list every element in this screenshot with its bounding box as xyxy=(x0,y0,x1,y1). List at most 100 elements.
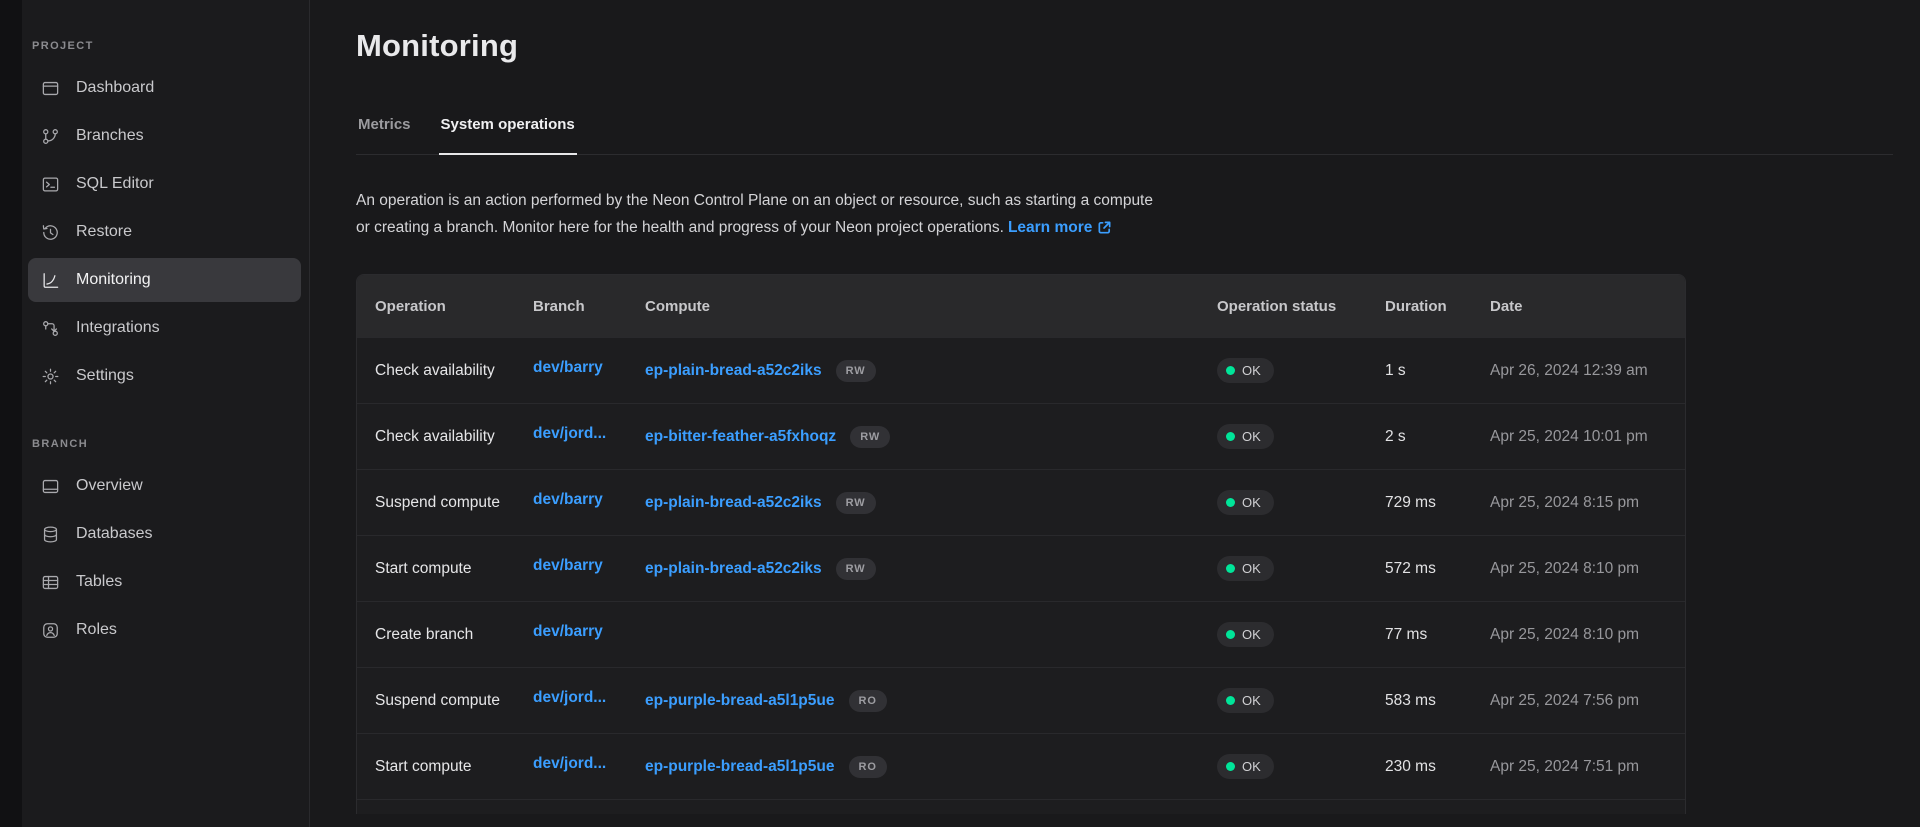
status-badge: OK xyxy=(1217,424,1274,449)
table-header: OperationBranchComputeOperation statusDu… xyxy=(357,275,1685,337)
restore-icon xyxy=(40,222,60,242)
column-header-date: Date xyxy=(1490,298,1685,315)
compute-cell: ep-plain-bread-a52c2iksRW xyxy=(645,360,1217,382)
sidebar: PROJECT Dashboard Branches SQL EditorRestor… xyxy=(22,0,310,827)
branch-link[interactable]: dev/barry xyxy=(533,359,603,377)
tab-metrics[interactable]: Metrics xyxy=(356,116,413,155)
branch-cell: dev/barry xyxy=(533,623,645,646)
branch-cell: dev/barry xyxy=(533,359,645,382)
sidebar-item-label: Databases xyxy=(76,525,153,543)
compute-type-badge: RO xyxy=(849,756,887,778)
sidebar-item-settings[interactable]: Settings xyxy=(28,354,301,398)
status-ok-dot xyxy=(1226,696,1235,705)
compute-type-badge: RW xyxy=(836,558,876,580)
branch-cell: dev/barry xyxy=(533,491,645,514)
settings-icon xyxy=(40,366,60,386)
sidebar-item-integrations[interactable]: Integrations xyxy=(28,306,301,350)
sidebar-item-sql-editor[interactable]: SQL Editor xyxy=(28,162,301,206)
status-cell: OK xyxy=(1217,556,1385,581)
compute-link[interactable]: ep-plain-bread-a52c2iks xyxy=(645,362,822,380)
branch-link[interactable]: dev/barry xyxy=(533,623,603,641)
operation-cell: Check availability xyxy=(357,428,533,446)
status-ok-dot xyxy=(1226,432,1235,441)
table-row: Check availabilitydev/jord... ep-bitter-f… xyxy=(357,403,1685,469)
status-badge: OK xyxy=(1217,622,1274,647)
status-ok-dot xyxy=(1226,564,1235,573)
status-badge: OK xyxy=(1217,688,1274,713)
sidebar-item-overview[interactable]: Overview xyxy=(28,464,301,508)
status-label: OK xyxy=(1242,363,1261,378)
status-badge: OK xyxy=(1217,490,1274,515)
compute-link[interactable]: ep-plain-bread-a52c2iks xyxy=(645,560,822,578)
branch-cell: dev/jord... xyxy=(533,689,645,712)
duration-cell: 729 ms xyxy=(1385,494,1490,512)
branch-link[interactable]: dev/jord... xyxy=(533,689,606,707)
date-cell: Apr 26, 2024 12:39 am xyxy=(1490,362,1685,380)
compute-link[interactable]: ep-plain-bread-a52c2iks xyxy=(645,494,822,512)
status-cell: OK xyxy=(1217,754,1385,779)
sidebar-section-label: PROJECT xyxy=(28,40,301,62)
compute-cell: ep-bitter-feather-a5fxhoqz RW xyxy=(645,426,1217,448)
table-row: Create branchdev/barryOK77 msApr 25, 202… xyxy=(357,601,1685,667)
learn-more-link[interactable]: Learn more xyxy=(1008,214,1112,241)
sidebar-item-label: Tables xyxy=(76,573,122,591)
compute-link[interactable]: ep-bitter-feather-a5fxhoqz xyxy=(645,428,836,446)
table-row: Start computedev/barryep-plain-bread-a52… xyxy=(357,535,1685,601)
compute-link[interactable]: ep-purple-bread-a5l1p5ue xyxy=(645,692,835,710)
column-header-branch: Branch xyxy=(533,298,645,315)
table-row: Suspend computedev/barryep-plain-bread-a… xyxy=(357,469,1685,535)
roles-icon xyxy=(40,620,60,640)
sidebar-item-restore[interactable]: Restore xyxy=(28,210,301,254)
sidebar-item-branches[interactable]: Branches xyxy=(28,114,301,158)
status-cell: OK xyxy=(1217,424,1385,449)
branch-link[interactable]: dev/barry xyxy=(533,491,603,509)
operations-table: OperationBranchComputeOperation statusDu… xyxy=(356,274,1686,814)
external-link-icon xyxy=(1097,220,1112,235)
sidebar-item-tables[interactable]: Tables xyxy=(28,560,301,604)
date-cell: Apr 25, 2024 8:15 pm xyxy=(1490,494,1685,512)
table-body: Check availability dev/barry ep-plain-brea… xyxy=(357,337,1685,799)
status-ok-dot xyxy=(1226,762,1235,771)
branch-link[interactable]: dev/jord... xyxy=(533,755,606,773)
table-row: Check availabilitydev/barryep-plain-brea… xyxy=(357,337,1685,403)
sidebar-item-databases[interactable]: Databases xyxy=(28,512,301,556)
duration-cell: 572 ms xyxy=(1385,560,1490,578)
status-badge: OK xyxy=(1217,358,1274,383)
status-badge: OK xyxy=(1217,556,1274,581)
status-label: OK xyxy=(1242,495,1261,510)
compute-type-badge: RW xyxy=(850,426,890,448)
status-ok-dot xyxy=(1226,630,1235,639)
branch-cell: dev/jord... xyxy=(533,425,645,448)
operation-cell: Start compute xyxy=(357,758,533,776)
sidebar-item-label: Dashboard xyxy=(76,79,154,97)
branch-cell: dev/barry xyxy=(533,557,645,580)
duration-cell: 230 ms xyxy=(1385,758,1490,776)
sidebar-item-label: Integrations xyxy=(76,319,160,337)
compute-cell: ep-plain-bread-a52c2iksRW xyxy=(645,492,1217,514)
branch-link[interactable]: dev/jord... xyxy=(533,425,606,443)
column-header-operation-status: Operation status xyxy=(1217,298,1385,315)
status-ok-dot xyxy=(1226,498,1235,507)
databases-icon xyxy=(40,524,60,544)
sidebar-section-project: PROJECT Dashboard Branches SQL EditorRestor… xyxy=(28,40,301,398)
date-cell: Apr 25, 2024 8:10 pm xyxy=(1490,560,1685,578)
table-row: Start computedev/jord... ep-purple-bread-… xyxy=(357,733,1685,799)
status-label: OK xyxy=(1242,429,1261,444)
sidebar-item-dashboard[interactable]: Dashboard xyxy=(28,66,301,110)
tab-bar: Metrics System operations xyxy=(356,116,1893,155)
table-row-partial xyxy=(357,799,1685,814)
branch-link[interactable]: dev/barry xyxy=(533,557,603,575)
description-line1: An operation is an action performed by t… xyxy=(356,192,1153,209)
integrations-icon xyxy=(40,318,60,338)
status-label: OK xyxy=(1242,693,1261,708)
compute-link[interactable]: ep-purple-bread-a5l1p5ue xyxy=(645,758,835,776)
sidebar-section-label: BRANCH xyxy=(28,438,301,460)
sidebar-item-roles[interactable]: Roles xyxy=(28,608,301,652)
sidebar-item-monitoring[interactable]: Monitoring xyxy=(28,258,301,302)
tab-system-operations[interactable]: System operations xyxy=(439,116,577,155)
sidebar-item-label: Branches xyxy=(76,127,144,145)
duration-cell: 583 ms xyxy=(1385,692,1490,710)
sidebar-item-label: Overview xyxy=(76,477,143,495)
branches-icon xyxy=(40,126,60,146)
status-cell: OK xyxy=(1217,358,1385,383)
